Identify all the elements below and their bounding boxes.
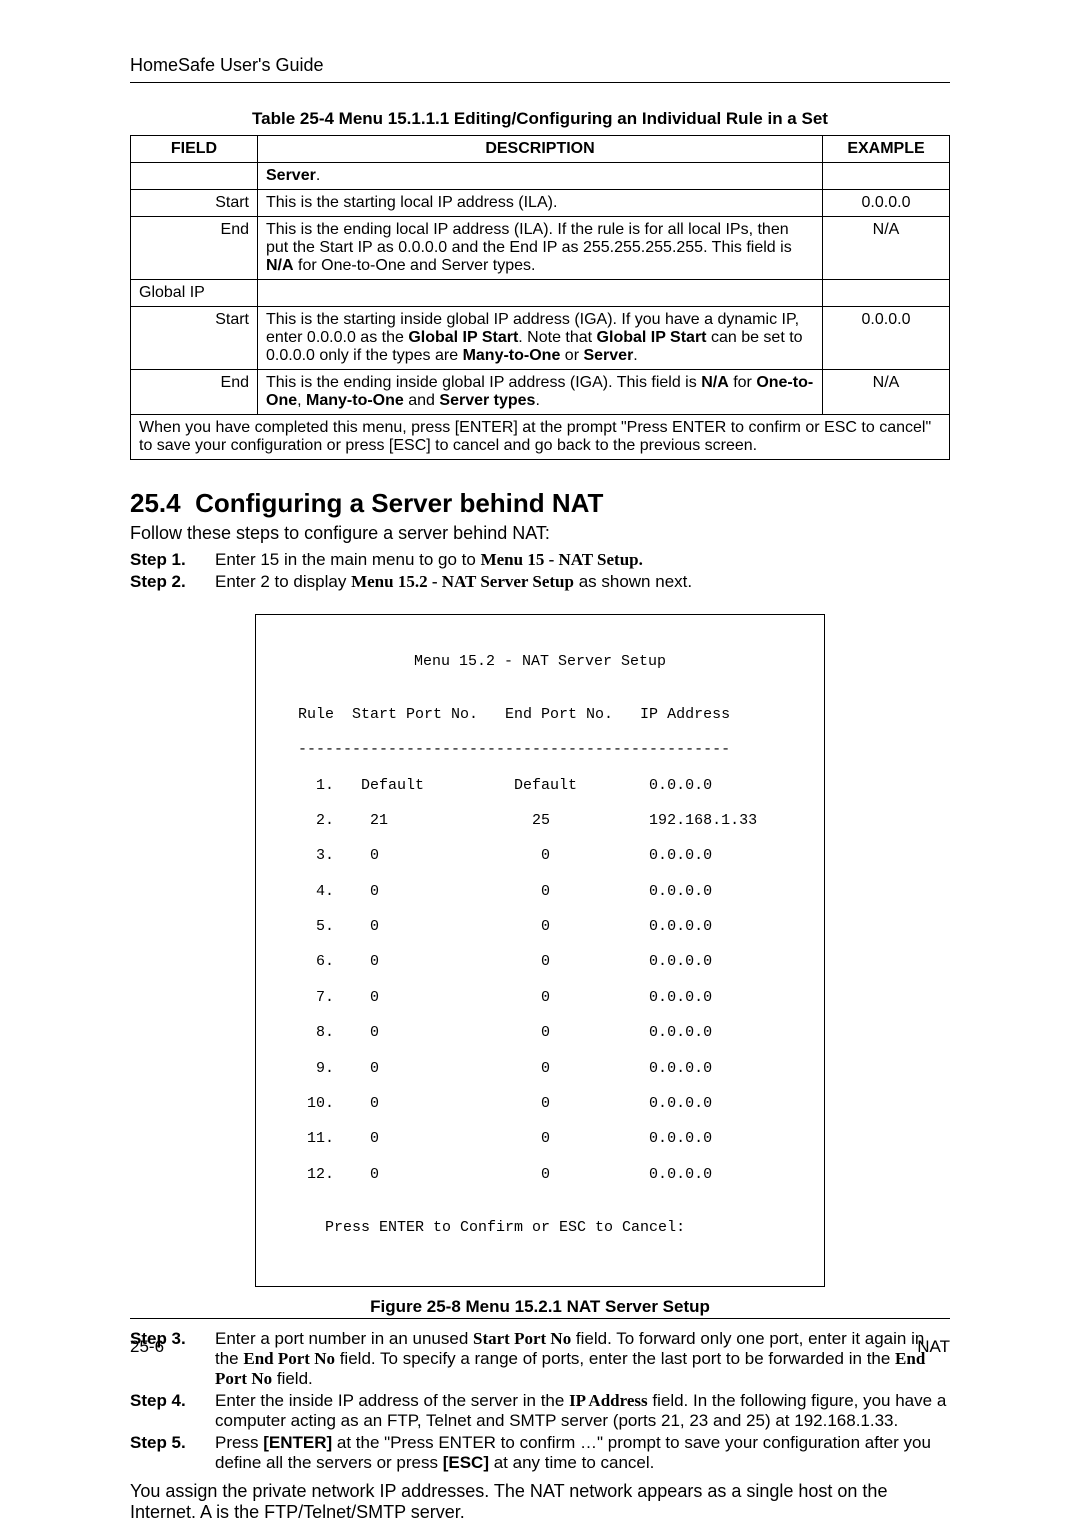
step-body: Enter 15 in the main menu to go to Menu … [215,550,950,570]
step-1: Step 1. Enter 15 in the main menu to go … [130,550,950,570]
th-field: FIELD [131,136,258,163]
table-footer-row: When you have completed this menu, press… [131,415,950,460]
page: HomeSafe User's Guide Table 25-4 Menu 15… [0,0,1080,1397]
cell-example: 0.0.0.0 [823,190,950,217]
screen-row: 3. 0 0 0.0.0.0 [280,847,800,865]
footer-right: NAT [917,1337,950,1357]
step-5: Step 5. Press [ENTER] at the "Press ENTE… [130,1433,950,1473]
cell-example: N/A [823,370,950,415]
table-footer-text: When you have completed this menu, press… [131,415,950,460]
table-header-row: FIELD DESCRIPTION EXAMPLE [131,136,950,163]
steps-top: Step 1. Enter 15 in the main menu to go … [130,550,950,592]
cell-desc: This is the starting local IP address (I… [258,190,823,217]
table-row: End This is the ending local IP address … [131,217,950,280]
step-2: Step 2. Enter 2 to display Menu 15.2 - N… [130,572,950,592]
section-intro: Follow these steps to configure a server… [130,523,950,544]
table-row: Start This is the starting local IP addr… [131,190,950,217]
section-heading: 25.4 Configuring a Server behind NAT [130,488,950,519]
cell-desc: This is the ending local IP address (ILA… [258,217,823,280]
table-row: Start This is the starting inside global… [131,307,950,370]
cell-desc: This is the starting inside global IP ad… [258,307,823,370]
table-row: End This is the ending inside global IP … [131,370,950,415]
cell-field: End [131,370,258,415]
page-footer: 25-6 NAT [130,1337,950,1357]
screen-row: 12. 0 0 0.0.0.0 [280,1166,800,1184]
screen-row: 11. 0 0 0.0.0.0 [280,1130,800,1148]
th-example: EXAMPLE [823,136,950,163]
cell-desc: This is the ending inside global IP addr… [258,370,823,415]
terminal-screen: Menu 15.2 - NAT Server Setup Rule Start … [255,614,825,1287]
step-label: Step 5. [130,1433,215,1473]
cell-example: N/A [823,217,950,280]
step-label: Step 1. [130,550,215,570]
server-label: Server [266,167,316,184]
cell-field: End [131,217,258,280]
table-caption: Table 25-4 Menu 15.1.1.1 Editing/Configu… [130,109,950,129]
screen-row: 4. 0 0 0.0.0.0 [280,883,800,901]
running-header: HomeSafe User's Guide [130,55,950,76]
header-rule [130,82,950,83]
cell-field: Start [131,307,258,370]
cell-example: 0.0.0.0 [823,307,950,370]
field-table: FIELD DESCRIPTION EXAMPLE Server. Start … [130,135,950,460]
page-number: 25-6 [130,1337,164,1357]
screen-row: 10. 0 0 0.0.0.0 [280,1095,800,1113]
screen-row: 5. 0 0 0.0.0.0 [280,918,800,936]
screen-title: Menu 15.2 - NAT Server Setup [280,653,800,671]
screen-row: 8. 0 0 0.0.0.0 [280,1024,800,1042]
screen-row: 2. 21 25 192.168.1.33 [280,812,800,830]
screen-row: 1. Default Default 0.0.0.0 [280,777,800,795]
screen-prompt: Press ENTER to Confirm or ESC to Cancel: [280,1219,800,1237]
footer-rule [130,1318,950,1319]
screen-header: Rule Start Port No. End Port No. IP Addr… [280,706,800,724]
cell-field: Start [131,190,258,217]
screen-row: 9. 0 0 0.0.0.0 [280,1060,800,1078]
screen-row: 7. 0 0 0.0.0.0 [280,989,800,1007]
step-body: Press [ENTER] at the "Press ENTER to con… [215,1433,950,1473]
step-body: Enter 2 to display Menu 15.2 - NAT Serve… [215,572,950,592]
figure-caption: Figure 25-8 Menu 15.2.1 NAT Server Setup [130,1297,950,1317]
screen-rule: ----------------------------------------… [280,741,800,759]
table-row: Global IP [131,280,950,307]
cell-field: Global IP [131,280,258,307]
th-desc: DESCRIPTION [258,136,823,163]
screen-row: 6. 0 0 0.0.0.0 [280,953,800,971]
table-row: Server. [131,163,950,190]
closing-paragraph: You assign the private network IP addres… [130,1481,950,1523]
step-label: Step 2. [130,572,215,592]
